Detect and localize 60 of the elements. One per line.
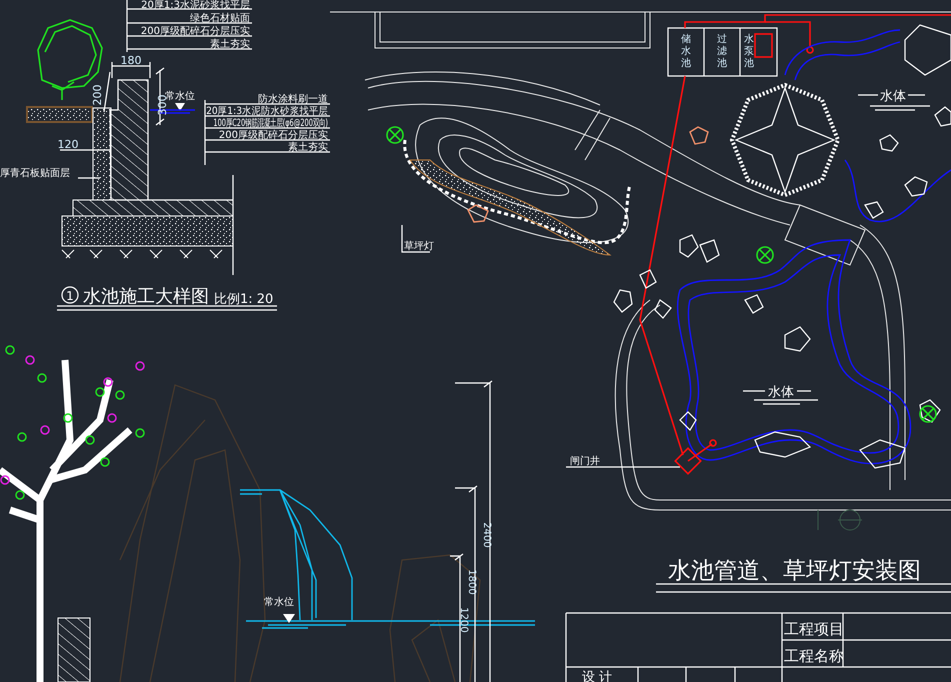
layer-label: 绿色石材贴面 [190, 13, 250, 24]
layer-label: 200厚级配碎石分层压实 [218, 130, 328, 141]
lamp-label: 草坪灯 [404, 241, 434, 252]
rock-icon [613, 289, 633, 313]
detail-title: 水池施工大样图 [83, 286, 209, 307]
rock-icon [934, 106, 951, 127]
water-level-marker-icon [283, 614, 295, 623]
rock-icon [904, 176, 928, 197]
field-label: 工程名称 [784, 647, 844, 665]
valve-well-label: 闸门井 [570, 456, 600, 467]
water-level-label: 常水位 [165, 91, 195, 102]
valve-well-icon [674, 439, 717, 475]
pump [754, 33, 773, 58]
title-number-circle [61, 286, 79, 304]
water-label: 水体 [880, 89, 906, 104]
rock-icon [699, 239, 720, 263]
dimension-label: 120 [58, 138, 78, 151]
rock-icon [467, 204, 489, 223]
rock-icon [784, 326, 811, 352]
rock-icon [919, 399, 941, 423]
drawing-title: 水池管道、草坪灯安装图 [668, 558, 921, 584]
planter-box [58, 618, 90, 682]
rock-icon [879, 134, 899, 152]
section-mark-icon [818, 510, 862, 530]
dimension-label: 2400 [481, 522, 492, 548]
water-level-label: 常水位 [264, 597, 294, 608]
rock-icon [679, 234, 699, 258]
tank-label: 水泵池 [744, 34, 754, 69]
layer-label: 厚青石板贴面层 [0, 168, 70, 179]
tank-label: 过滤池 [717, 34, 727, 69]
lawn-lamp-icon [919, 405, 937, 423]
layer-label: 100厚C20钢筋混凝土层(φ6@200双向) [213, 116, 328, 128]
tank-label: 储水池 [681, 34, 691, 69]
dimension-label: 180 [120, 54, 142, 67]
rock-icon [689, 126, 709, 145]
rock-icon [744, 294, 764, 314]
layer-label: 素土夯实 [288, 142, 328, 153]
layer-label: 防水涂料刷一道 [258, 94, 328, 105]
tank-divider [703, 27, 741, 77]
rock-icon [859, 439, 906, 469]
rock-icon [654, 299, 672, 319]
scale-label: 比例1: 20 [214, 292, 274, 307]
layer-label: 20厚1:3水泥防水砂浆找平层 [206, 106, 328, 118]
soil-strip [26, 106, 93, 123]
rock-icon [639, 269, 657, 289]
field-label: 工程项目 [784, 620, 844, 638]
layer-label: 200厚级配碎石分层压实 [140, 26, 250, 37]
dimension-label: 1800 [466, 569, 477, 595]
rock-icon [864, 201, 884, 219]
water-label: 水体 [768, 385, 794, 400]
lawn-lamp-icon [756, 246, 774, 264]
rock-icon [679, 411, 697, 431]
rock-icon [754, 431, 812, 458]
dimension-label: 1200 [458, 607, 469, 633]
pipe-outlet-icon [806, 46, 814, 54]
rock-icon [904, 24, 951, 76]
layer-label: 素土夯实 [210, 39, 250, 50]
title-number: 1 [66, 289, 74, 303]
lawn-lamp-icon [386, 126, 404, 144]
dimension-label: 200 [91, 84, 104, 106]
